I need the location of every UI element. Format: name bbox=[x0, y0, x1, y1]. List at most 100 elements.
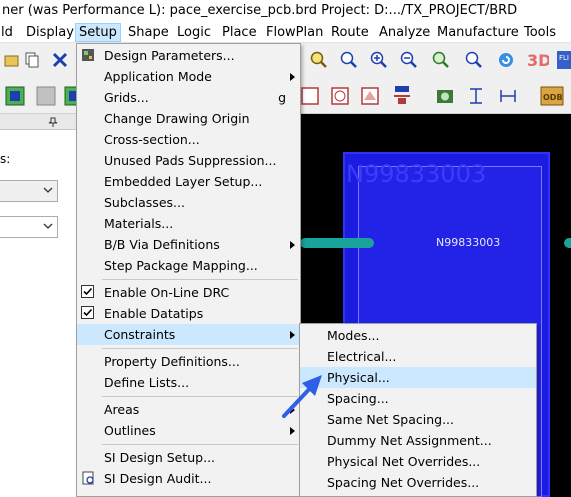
layer-visibility-icon[interactable] bbox=[5, 86, 25, 106]
menu-flowplan[interactable]: FlowPlan bbox=[263, 23, 326, 42]
menu-item-change-drawing-origin[interactable]: Change Drawing Origin bbox=[77, 108, 300, 129]
subclass-combo[interactable] bbox=[0, 216, 58, 238]
menu-item-label: Materials... bbox=[104, 216, 174, 231]
menu-item-label: Enable On-Line DRC bbox=[104, 285, 230, 300]
submenu-item-spacing-net-overrides[interactable]: Spacing Net Overrides... bbox=[300, 472, 536, 493]
measure-horizontal-icon[interactable] bbox=[498, 86, 518, 106]
trace-left[interactable] bbox=[300, 238, 374, 248]
chevron-down-icon bbox=[43, 223, 53, 229]
menu-tools[interactable]: Tools bbox=[521, 23, 559, 42]
menu-item-label: Physical Net Overrides... bbox=[327, 454, 481, 469]
menu-separator bbox=[102, 444, 298, 445]
zoom-in-icon[interactable] bbox=[370, 51, 388, 69]
menu-analyze[interactable]: Analyze bbox=[376, 23, 433, 42]
menu-item-subclasses[interactable]: Subclasses... bbox=[77, 192, 300, 213]
menu-logic[interactable]: Logic bbox=[174, 23, 214, 42]
select-rect-icon[interactable] bbox=[300, 86, 320, 106]
submenu-arrow-icon bbox=[290, 73, 295, 81]
menu-item-label: Property Definitions... bbox=[104, 354, 240, 369]
submenu-arrow-icon bbox=[290, 331, 295, 339]
menu-item-label: Unused Pads Suppression... bbox=[104, 153, 277, 168]
audit-icon bbox=[82, 471, 94, 485]
submenu-item-physical[interactable]: Physical... bbox=[300, 367, 536, 388]
menu-item-constraints[interactable]: Constraints bbox=[77, 324, 300, 345]
menu-separator bbox=[102, 348, 298, 349]
menu-item-label: Embedded Layer Setup... bbox=[104, 174, 263, 189]
menu-item-enable-online-drc[interactable]: Enable On-Line DRC bbox=[77, 282, 300, 303]
menu-item-application-mode[interactable]: Application Mode bbox=[77, 66, 300, 87]
menu-manufacture[interactable]: Manufacture bbox=[434, 23, 522, 42]
submenu-arrow-icon bbox=[290, 427, 295, 435]
menu-item-label: Grids... bbox=[104, 90, 149, 105]
component-refdes-small: N99833003 bbox=[436, 236, 501, 249]
menu-setup[interactable]: Setup bbox=[75, 23, 121, 42]
delete-icon[interactable] bbox=[52, 52, 68, 68]
open-icon[interactable] bbox=[4, 52, 20, 68]
menu-item-areas[interactable]: Areas bbox=[77, 399, 300, 420]
trace-right[interactable] bbox=[564, 238, 571, 248]
menu-shape[interactable]: Shape bbox=[125, 23, 172, 42]
stack-icon[interactable] bbox=[392, 84, 412, 106]
menu-item-bb-via-definitions[interactable]: B/B Via Definitions bbox=[77, 234, 300, 255]
menu-item-materials[interactable]: Materials... bbox=[77, 213, 300, 234]
svg-text:ODB: ODB bbox=[543, 93, 563, 102]
submenu-item-electrical[interactable]: Electrical... bbox=[300, 346, 536, 367]
menu-item-label: Outlines bbox=[104, 423, 156, 438]
menu-item-property-definitions[interactable]: Property Definitions... bbox=[77, 351, 300, 372]
submenu-item-physical-net-overrides[interactable]: Physical Net Overrides... bbox=[300, 451, 536, 472]
class-combo[interactable] bbox=[0, 180, 58, 202]
3d-view-icon[interactable]: 3D bbox=[525, 48, 549, 72]
blank-layer-icon[interactable] bbox=[36, 86, 56, 106]
menu-item-enable-datatips[interactable]: Enable Datatips bbox=[77, 303, 300, 324]
odb-export-icon[interactable]: ODB bbox=[540, 85, 564, 107]
svg-text:3D: 3D bbox=[527, 51, 549, 70]
select-shape-icon[interactable] bbox=[360, 86, 380, 106]
zoom-window-icon[interactable] bbox=[340, 51, 358, 69]
menu-item-label: Design Parameters... bbox=[104, 48, 235, 63]
submenu-item-same-net-spacing[interactable]: Same Net Spacing... bbox=[300, 409, 536, 430]
pin-icon[interactable] bbox=[48, 117, 58, 127]
menu-route[interactable]: Route bbox=[328, 23, 372, 42]
menu-item-unused-pads-suppression[interactable]: Unused Pads Suppression... bbox=[77, 150, 300, 171]
menu-item-outlines[interactable]: Outlines bbox=[77, 420, 300, 441]
snapshot-icon[interactable] bbox=[435, 86, 455, 106]
menu-item-grids[interactable]: Grids... g bbox=[77, 87, 300, 108]
measure-vertical-icon[interactable] bbox=[466, 86, 486, 106]
menu-item-label: SI Design Audit... bbox=[104, 471, 212, 486]
menu-item-step-package-mapping[interactable]: Step Package Mapping... bbox=[77, 255, 300, 276]
zoom-out-icon[interactable] bbox=[400, 51, 418, 69]
menu-item-si-design-setup[interactable]: SI Design Setup... bbox=[77, 447, 300, 468]
flip-view-icon[interactable]: FLI bbox=[556, 50, 571, 70]
constraints-submenu: Modes... Electrical... Physical... Spaci… bbox=[299, 323, 537, 497]
submenu-item-dummy-net-assignment[interactable]: Dummy Net Assignment... bbox=[300, 430, 536, 451]
menu-file-partial[interactable]: ld bbox=[0, 23, 16, 42]
menu-item-label: Cross-section... bbox=[104, 132, 200, 147]
menu-item-label: Application Mode bbox=[104, 69, 212, 84]
select-circle-icon[interactable] bbox=[330, 86, 350, 106]
redraw-icon[interactable] bbox=[497, 51, 515, 69]
zoom-world-icon[interactable] bbox=[465, 51, 483, 69]
submenu-item-modes[interactable]: Modes... bbox=[300, 325, 536, 346]
annotation-arrow-icon bbox=[282, 375, 322, 418]
menu-item-define-lists[interactable]: Define Lists... bbox=[77, 372, 300, 393]
menu-item-label: Enable Datatips bbox=[104, 306, 204, 321]
menu-item-si-design-audit[interactable]: SI Design Audit... bbox=[77, 468, 300, 489]
zoom-previous-icon[interactable] bbox=[432, 51, 450, 69]
menu-item-label: SI Design Setup... bbox=[104, 450, 216, 465]
menu-item-label: Subclasses... bbox=[104, 195, 185, 210]
menu-item-design-parameters[interactable]: Design Parameters... bbox=[77, 45, 300, 66]
menu-item-cross-section[interactable]: Cross-section... bbox=[77, 129, 300, 150]
copy-icon[interactable] bbox=[24, 52, 40, 68]
menu-separator bbox=[102, 396, 298, 397]
menu-item-label: Same Net Spacing... bbox=[327, 412, 455, 427]
design-parameters-icon bbox=[82, 49, 94, 61]
menu-display[interactable]: Display bbox=[23, 23, 77, 42]
menu-separator bbox=[102, 279, 298, 280]
setup-menu: Design Parameters... Application Mode Gr… bbox=[76, 43, 301, 497]
component-refdes-large: N99833003 bbox=[346, 160, 487, 188]
menu-item-embedded-layer-setup[interactable]: Embedded Layer Setup... bbox=[77, 171, 300, 192]
zoom-fit-icon[interactable] bbox=[310, 51, 328, 69]
submenu-item-spacing[interactable]: Spacing... bbox=[300, 388, 536, 409]
menu-place[interactable]: Place bbox=[219, 23, 260, 42]
menu-item-label: Spacing... bbox=[327, 391, 389, 406]
